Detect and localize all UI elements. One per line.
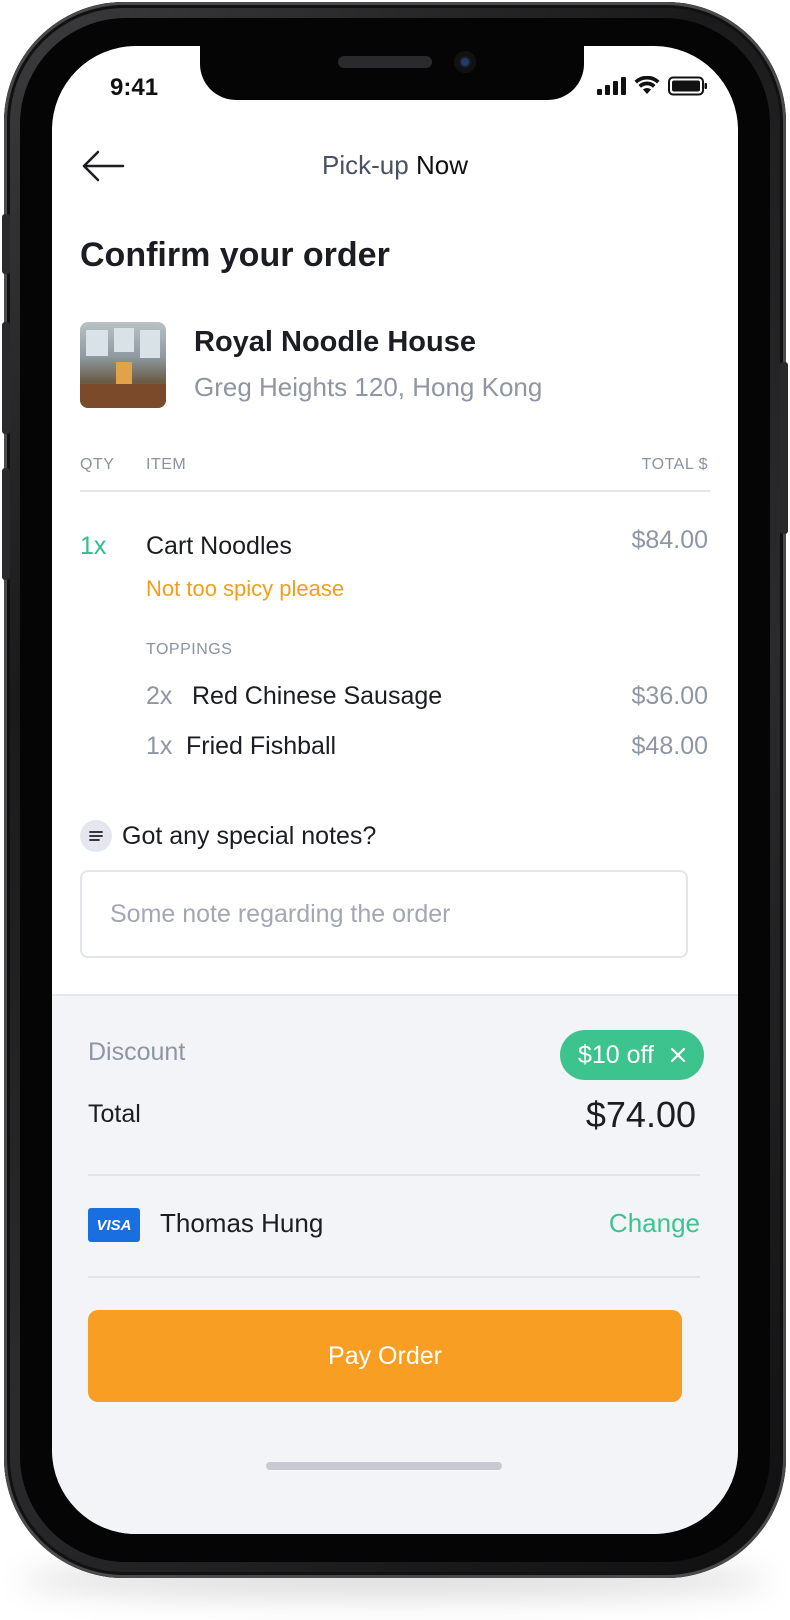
power-button <box>780 362 788 534</box>
visa-card-icon: VISA <box>88 1208 140 1242</box>
restaurant-address: Greg Heights 120, Hong Kong <box>194 372 543 402</box>
item-name: Cart Noodles <box>146 532 292 560</box>
topping-qty: 2x <box>146 682 173 710</box>
volume-up-button <box>2 322 10 434</box>
column-header-item: ITEM <box>146 456 187 473</box>
discount-label: Discount <box>88 1038 186 1066</box>
header-title: Pick-up Now <box>52 150 738 181</box>
column-header-qty: QTY <box>80 456 115 473</box>
status-time: 9:41 <box>110 74 159 101</box>
topping-qty: 1x <box>146 732 173 760</box>
toppings-label: TOPPINGS <box>146 641 233 658</box>
payment-divider <box>88 1276 700 1278</box>
discount-chip[interactable]: $10 off <box>559 1030 704 1080</box>
pay-order-button[interactable]: Pay Order <box>88 1310 682 1402</box>
column-header-total: TOTAL $ <box>641 456 708 473</box>
total-label: Total <box>88 1100 141 1128</box>
table-divider <box>80 490 710 492</box>
change-payment-link[interactable]: Change <box>609 1208 700 1239</box>
page-title: Confirm your order <box>80 236 390 274</box>
item-note: Not too spicy please <box>146 576 345 601</box>
battery-icon <box>668 76 707 96</box>
home-indicator[interactable] <box>266 1462 502 1470</box>
volume-down-button <box>2 468 10 580</box>
header-time-option[interactable]: Now <box>416 150 468 180</box>
topping-price: $48.00 <box>631 732 708 760</box>
item-qty: 1x <box>80 532 107 560</box>
mute-switch <box>2 214 10 274</box>
notes-input[interactable] <box>80 870 688 958</box>
order-summary-panel: Discount $10 off Total $74.00 VISA Thoma… <box>52 994 738 1534</box>
topping-price: $36.00 <box>631 682 708 710</box>
item-price: $84.00 <box>631 526 708 554</box>
topping-name: Fried Fishball <box>186 732 337 760</box>
status-icons <box>597 76 708 96</box>
topping-name: Red Chinese Sausage <box>192 682 443 710</box>
notch <box>200 46 584 100</box>
summary-divider <box>88 1174 700 1176</box>
wifi-icon <box>634 76 660 94</box>
speaker-grille <box>338 56 432 68</box>
restaurant-name: Royal Noodle House <box>194 326 476 358</box>
close-icon[interactable] <box>670 1047 686 1063</box>
restaurant-photo <box>80 322 166 408</box>
app-screen: 9:41 Pick-up Now Confirm your order Roya… <box>52 46 738 1534</box>
notes-icon <box>80 820 112 852</box>
front-camera <box>454 51 476 73</box>
card-holder-name: Thomas Hung <box>160 1208 324 1238</box>
total-value: $74.00 <box>585 1094 696 1135</box>
discount-chip-label: $10 off <box>577 1040 654 1069</box>
header-mode: Pick-up <box>322 150 409 180</box>
cellular-signal-icon <box>597 77 626 95</box>
notes-label: Got any special notes? <box>122 822 377 850</box>
